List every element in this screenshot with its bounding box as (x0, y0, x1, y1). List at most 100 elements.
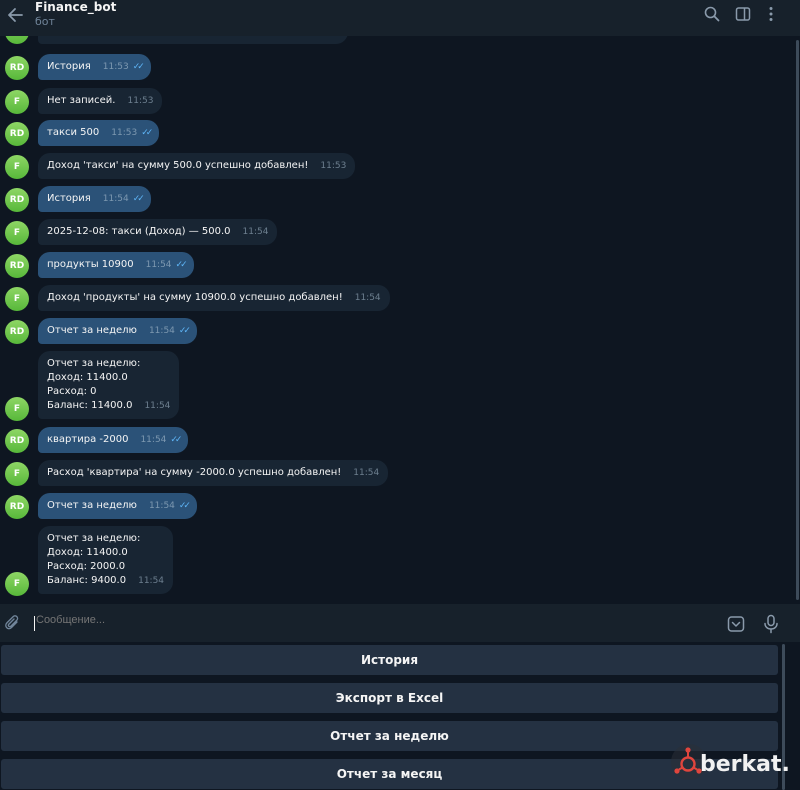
message-text: История (47, 193, 91, 204)
user-message-bubble[interactable]: такси 500 11:53 ✓✓ (38, 120, 160, 146)
read-checkmarks-icon: ✓✓ (132, 62, 145, 72)
message-text: Отчет за неделю (47, 325, 137, 336)
message-text: такси 500 (47, 127, 100, 138)
user-message-bubble[interactable]: История 11:53 ✓✓ (38, 54, 151, 80)
export-excel-button[interactable]: Экспорт в Excel (1, 683, 778, 713)
avatar[interactable]: F (5, 462, 29, 486)
chat-header: Finance_bot бот (0, 0, 800, 36)
message-text: Отчет за неделю: Доход: 11400.0 Расход: … (47, 358, 141, 411)
message-text: Отчет за неделю: Доход: 11400.0 Расход: … (47, 533, 141, 586)
message-text: Отчет за неделю (47, 500, 137, 511)
user-message-bubble[interactable]: История 11:54 ✓✓ (38, 186, 151, 212)
message-text: продукты 10900 (47, 259, 134, 270)
watermark-text: berkat. (700, 752, 790, 777)
read-checkmarks-icon: ✓✓ (141, 128, 153, 138)
composer (0, 604, 800, 642)
avatar[interactable]: F (5, 287, 29, 311)
message-text: Доход 'такси' на сумму 500.0 успешно доб… (47, 160, 309, 171)
bot-message-bubble[interactable]: Доход 'продукты' на сумму 10900.0 успешн… (38, 285, 390, 311)
avatar[interactable]: RD (5, 495, 29, 519)
message-text: квартира -2000 (47, 434, 129, 445)
message-row: F Доход 'такси' на сумму 500.0 успешно до… (0, 153, 790, 179)
user-message-bubble[interactable]: Отчет за неделю 11:54 ✓✓ (38, 493, 197, 519)
avatar[interactable]: F (5, 397, 29, 421)
avatar[interactable]: F (5, 36, 29, 44)
message-time: 11:54 (353, 468, 380, 478)
avatar[interactable]: RD (5, 320, 29, 344)
chat-subtitle: бот (35, 15, 55, 28)
weekly-report-button[interactable]: Отчет за неделю (1, 721, 778, 751)
bot-message-bubble[interactable]: Доход 'такси' на сумму 500.0 успешно доб… (38, 153, 356, 179)
bot-message-bubble[interactable]: Расход 'квартира' на сумму -2000.0 успеш… (38, 460, 389, 486)
message-time: 11:53 (313, 36, 339, 38)
history-button[interactable]: История (1, 645, 778, 675)
message-row: F Доход 'продукты' на сумму 10900.0 успеш… (0, 285, 790, 311)
avatar[interactable]: F (5, 221, 29, 245)
text-cursor (34, 616, 35, 631)
microphone-icon[interactable] (762, 614, 780, 634)
avatar[interactable]: F (5, 90, 29, 114)
more-options-icon[interactable] (762, 5, 780, 23)
message-time: 11:54 (145, 260, 172, 270)
avatar[interactable]: RD (5, 188, 29, 212)
bot-message-bubble[interactable]: Нет записей. 11:53 (38, 88, 163, 114)
message-time: 11:54 (140, 435, 167, 445)
sidebar-toggle-icon[interactable] (734, 5, 752, 23)
message-row: RD История 11:53 ✓✓ (0, 54, 790, 80)
user-message-bubble[interactable]: продукты 10900 11:54 ✓✓ (38, 252, 194, 278)
message-time: 11:54 (354, 293, 381, 303)
back-arrow-icon[interactable] (5, 4, 27, 26)
message-time: 11:53 (320, 161, 347, 171)
message-row: F Используй кнопки ниже для управления бо… (0, 36, 790, 44)
message-row: F Отчет за неделю: Доход: 11400.0 Расход:… (0, 351, 790, 421)
message-time: 11:53 (102, 62, 129, 72)
read-checkmarks-icon: ✓✓ (175, 260, 188, 270)
message-text: Расход 'квартира' на сумму -2000.0 успеш… (47, 467, 342, 478)
avatar[interactable]: RD (5, 254, 29, 278)
message-time: 11:54 (138, 576, 165, 586)
keyboard-toggle-icon[interactable] (727, 615, 745, 633)
message-row: RD Отчет за неделю 11:54 ✓✓ (0, 318, 790, 344)
message-time: 11:54 (144, 401, 171, 411)
avatar[interactable]: RD (5, 429, 29, 453)
message-time: 11:53 (111, 128, 138, 138)
message-text: 2025-12-08: такси (Доход) — 500.0 (47, 226, 231, 237)
bot-message-bubble[interactable]: Используй кнопки ниже для управления бот… (38, 36, 349, 44)
chat-title[interactable]: Finance_bot (35, 0, 116, 14)
message-row: RD продукты 10900 11:54 ✓✓ (0, 252, 790, 278)
avatar[interactable]: RD (5, 122, 29, 146)
message-row: RD Отчет за неделю 11:54 ✓✓ (0, 493, 790, 519)
user-message-bubble[interactable]: квартира -2000 11:54 ✓✓ (38, 427, 189, 453)
message-list: F Используй кнопки ниже для управления бо… (0, 36, 800, 604)
monthly-report-button[interactable]: Отчет за месяц (1, 759, 778, 789)
message-text: История (47, 61, 91, 72)
avatar[interactable]: F (5, 155, 29, 179)
message-text: Доход 'продукты' на сумму 10900.0 успешн… (47, 292, 343, 303)
message-text: Нет записей. (47, 95, 116, 106)
read-checkmarks-icon: ✓✓ (132, 194, 145, 204)
search-icon[interactable] (703, 5, 721, 23)
message-row: F Нет записей. 11:53 (0, 88, 790, 114)
message-input[interactable] (36, 614, 686, 626)
chat-scrollbar[interactable] (796, 40, 799, 600)
attach-icon[interactable] (4, 614, 22, 632)
message-row: RD квартира -2000 11:54 ✓✓ (0, 427, 790, 453)
message-time: 11:54 (242, 227, 269, 237)
avatar[interactable]: RD (5, 56, 29, 80)
message-time: 11:54 (148, 326, 175, 336)
avatar[interactable]: F (5, 572, 29, 596)
message-row: F Отчет за неделю: Доход: 11400.0 Расход:… (0, 526, 790, 596)
message-time: 11:54 (102, 194, 129, 204)
message-row: F 2025-12-08: такси (Доход) — 500.0 11:54 (0, 219, 790, 245)
bot-message-bubble[interactable]: 2025-12-08: такси (Доход) — 500.0 11:54 (38, 219, 278, 245)
bot-message-bubble[interactable]: Отчет за неделю: Доход: 11400.0 Расход: … (38, 526, 174, 594)
message-row: F Расход 'квартира' на сумму -2000.0 успе… (0, 460, 790, 486)
bot-message-bubble[interactable]: Отчет за неделю: Доход: 11400.0 Расход: … (38, 351, 180, 419)
read-checkmarks-icon: ✓✓ (178, 501, 191, 511)
user-message-bubble[interactable]: Отчет за неделю 11:54 ✓✓ (38, 318, 197, 344)
message-row: RD такси 500 11:53 ✓✓ (0, 120, 790, 146)
read-checkmarks-icon: ✓✓ (170, 435, 182, 445)
message-row: RD История 11:54 ✓✓ (0, 186, 790, 212)
message-time: 11:54 (148, 501, 175, 511)
read-checkmarks-icon: ✓✓ (178, 326, 191, 336)
